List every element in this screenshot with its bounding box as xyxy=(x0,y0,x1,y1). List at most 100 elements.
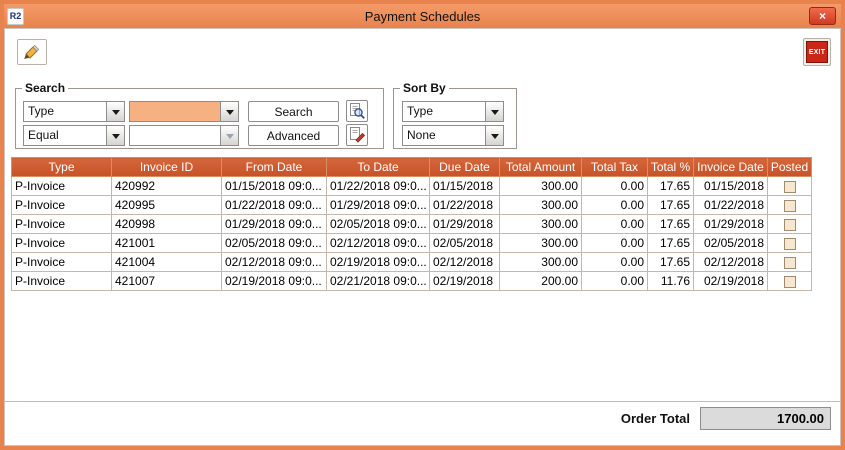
invoice-row[interactable]: P-Invoice42099201/15/2018 09:0...01/22/2… xyxy=(12,177,812,196)
cell-due-date: 01/22/2018 xyxy=(430,196,500,215)
edit-button[interactable] xyxy=(17,39,47,65)
cell-total-percent: 17.65 xyxy=(648,253,694,272)
cell-due-date: 01/15/2018 xyxy=(430,177,500,196)
search-group: Search Type Search xyxy=(15,88,384,149)
sort-secondary-combo-value: None xyxy=(403,126,485,145)
cell-total-percent: 17.65 xyxy=(648,215,694,234)
column-header-to-date[interactable]: To Date xyxy=(327,158,430,177)
cell-total-percent: 17.65 xyxy=(648,177,694,196)
cell-from-date: 01/15/2018 09:0... xyxy=(222,177,327,196)
chevron-down-icon xyxy=(220,126,238,145)
cell-invoice-id: 420998 xyxy=(112,215,222,234)
posted-checkbox[interactable] xyxy=(784,181,796,193)
column-header-invoice-id[interactable]: Invoice ID xyxy=(112,158,222,177)
search-operator-value-combo xyxy=(129,125,239,146)
cell-total-amount: 200.00 xyxy=(500,272,582,291)
cell-type: P-Invoice xyxy=(12,253,112,272)
invoice-row[interactable]: P-Invoice42099501/22/2018 09:0...01/29/2… xyxy=(12,196,812,215)
cell-total-amount: 300.00 xyxy=(500,215,582,234)
search-group-label: Search xyxy=(22,81,68,95)
chevron-down-icon[interactable] xyxy=(106,126,124,145)
app-icon: R2 xyxy=(7,8,24,25)
search-operator-combo[interactable]: Equal xyxy=(23,125,125,146)
cell-due-date: 02/05/2018 xyxy=(430,234,500,253)
sort-primary-combo-value: Type xyxy=(403,102,485,121)
cell-invoice-date: 01/15/2018 xyxy=(694,177,768,196)
cell-total-percent: 17.65 xyxy=(648,234,694,253)
posted-checkbox[interactable] xyxy=(784,200,796,212)
cell-posted xyxy=(768,272,812,291)
cell-type: P-Invoice xyxy=(12,196,112,215)
cell-posted xyxy=(768,196,812,215)
search-button[interactable]: Search xyxy=(248,101,339,122)
cell-from-date: 01/29/2018 09:0... xyxy=(222,215,327,234)
chevron-down-icon[interactable] xyxy=(106,102,124,121)
cell-posted xyxy=(768,177,812,196)
cell-to-date: 02/19/2018 09:0... xyxy=(327,253,430,272)
payment-schedules-window: R2 Payment Schedules × EXIT Search Type xyxy=(0,0,845,450)
column-header-total-amount[interactable]: Total Amount xyxy=(500,158,582,177)
order-total-value: 1700.00 xyxy=(700,407,831,430)
chevron-down-icon[interactable] xyxy=(220,102,238,121)
cell-total-amount: 300.00 xyxy=(500,253,582,272)
search-field-combo[interactable]: Type xyxy=(23,101,125,122)
cell-total-tax: 0.00 xyxy=(582,272,648,291)
advanced-button[interactable]: Advanced xyxy=(248,125,339,146)
cell-due-date: 01/29/2018 xyxy=(430,215,500,234)
posted-checkbox[interactable] xyxy=(784,257,796,269)
close-button[interactable]: × xyxy=(809,7,836,25)
cell-type: P-Invoice xyxy=(12,272,112,291)
cell-type: P-Invoice xyxy=(12,215,112,234)
cell-total-tax: 0.00 xyxy=(582,196,648,215)
column-header-total-[interactable]: Total % xyxy=(648,158,694,177)
cell-posted xyxy=(768,215,812,234)
cell-to-date: 01/22/2018 09:0... xyxy=(327,177,430,196)
cell-total-amount: 300.00 xyxy=(500,196,582,215)
cell-type: P-Invoice xyxy=(12,177,112,196)
posted-checkbox[interactable] xyxy=(784,219,796,231)
cell-invoice-id: 421007 xyxy=(112,272,222,291)
window-title: Payment Schedules xyxy=(4,9,841,24)
search-operator-combo-value: Equal xyxy=(24,126,106,145)
titlebar: R2 Payment Schedules × xyxy=(4,4,841,28)
invoice-row[interactable]: P-Invoice42099801/29/2018 09:0...02/05/2… xyxy=(12,215,812,234)
cell-total-tax: 0.00 xyxy=(582,253,648,272)
sort-secondary-combo[interactable]: None xyxy=(402,125,504,146)
chevron-down-icon[interactable] xyxy=(485,102,503,121)
column-header-from-date[interactable]: From Date xyxy=(222,158,327,177)
posted-checkbox[interactable] xyxy=(784,238,796,250)
cell-from-date: 02/05/2018 09:0... xyxy=(222,234,327,253)
table-body: P-Invoice42099201/15/2018 09:0...01/22/2… xyxy=(12,177,812,291)
table-header-row: TypeInvoice IDFrom DateTo DateDue DateTo… xyxy=(12,158,812,177)
search-value-combo[interactable] xyxy=(129,101,239,122)
column-header-invoice-date[interactable]: Invoice Date xyxy=(694,158,768,177)
order-total-label: Order Total xyxy=(621,411,690,426)
quick-search-button[interactable] xyxy=(346,100,368,122)
cell-invoice-date: 02/12/2018 xyxy=(694,253,768,272)
sort-primary-combo[interactable]: Type xyxy=(402,101,504,122)
column-header-posted[interactable]: Posted xyxy=(768,158,812,177)
pencil-icon xyxy=(21,43,41,61)
cell-invoice-date: 01/29/2018 xyxy=(694,215,768,234)
invoice-row[interactable]: P-Invoice42100702/19/2018 09:0...02/21/2… xyxy=(12,272,812,291)
column-header-type[interactable]: Type xyxy=(12,158,112,177)
cell-invoice-date: 02/19/2018 xyxy=(694,272,768,291)
cell-to-date: 02/21/2018 09:0... xyxy=(327,272,430,291)
search-operator-value-text xyxy=(130,126,220,145)
cell-total-amount: 300.00 xyxy=(500,234,582,253)
cell-to-date: 02/12/2018 09:0... xyxy=(327,234,430,253)
cell-invoice-date: 02/05/2018 xyxy=(694,234,768,253)
advanced-search-button[interactable] xyxy=(346,124,368,146)
chevron-down-icon[interactable] xyxy=(485,126,503,145)
invoice-row[interactable]: P-Invoice42100402/12/2018 09:0...02/19/2… xyxy=(12,253,812,272)
sort-by-group-label: Sort By xyxy=(400,81,449,95)
column-header-total-tax[interactable]: Total Tax xyxy=(582,158,648,177)
cell-due-date: 02/19/2018 xyxy=(430,272,500,291)
invoice-row[interactable]: P-Invoice42100102/05/2018 09:0...02/12/2… xyxy=(12,234,812,253)
posted-checkbox[interactable] xyxy=(784,276,796,288)
cell-type: P-Invoice xyxy=(12,234,112,253)
column-header-due-date[interactable]: Due Date xyxy=(430,158,500,177)
exit-button[interactable]: EXIT xyxy=(803,38,831,66)
cell-invoice-id: 420995 xyxy=(112,196,222,215)
close-icon: × xyxy=(819,9,826,23)
